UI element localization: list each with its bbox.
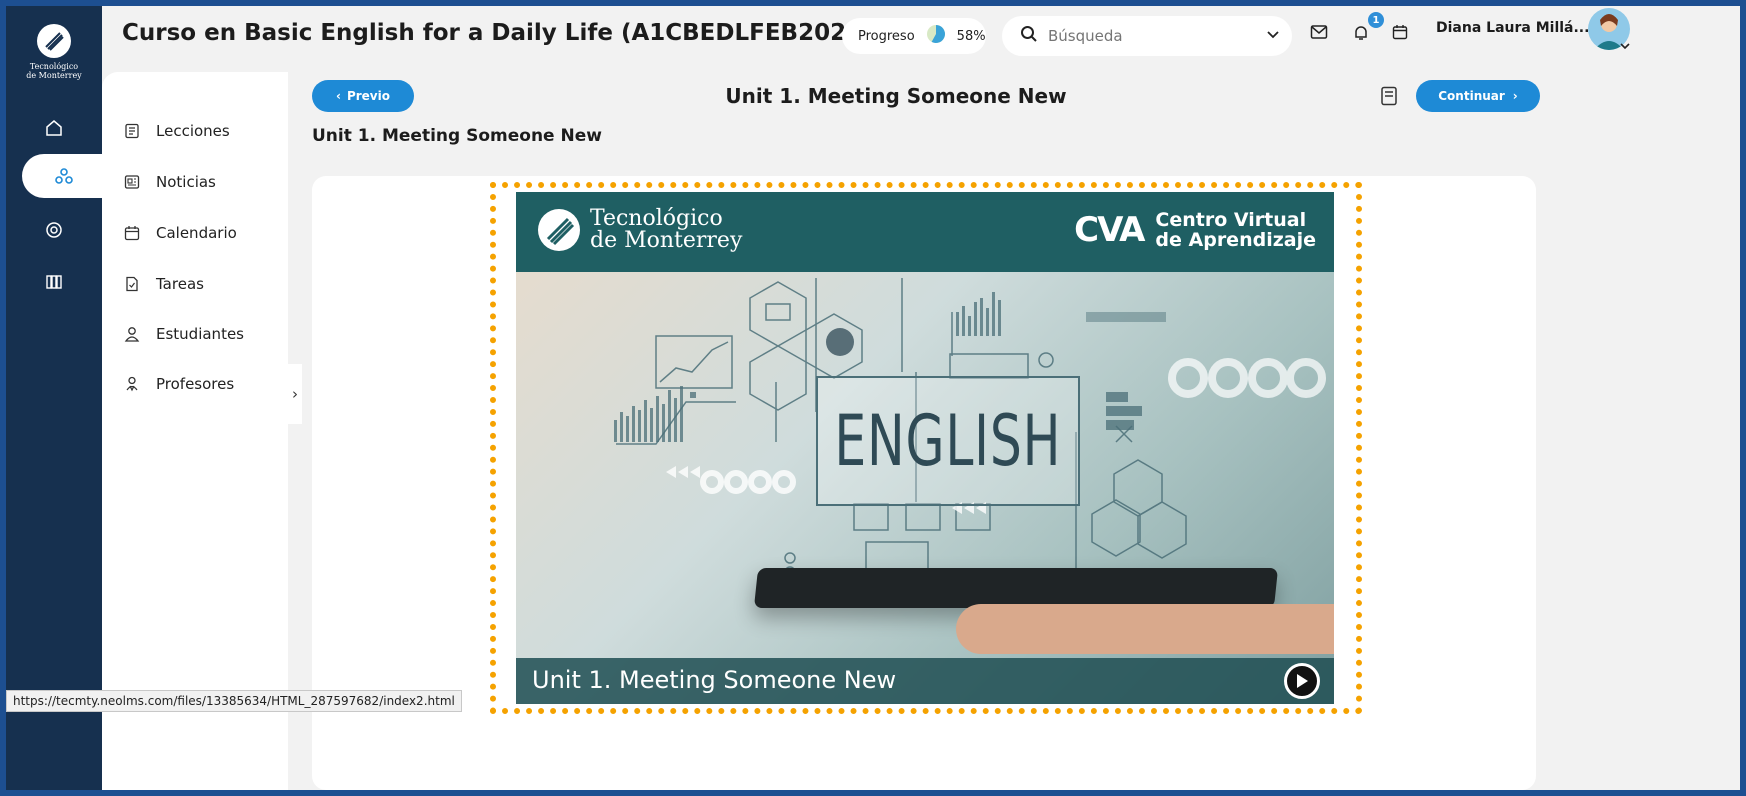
banner-tec-name-2: de Monterrey	[590, 228, 743, 253]
app-frame: Tecnológico de Monterrey Curso en Basic …	[6, 6, 1740, 790]
courses-icon[interactable]	[22, 154, 106, 198]
search-box[interactable]	[1002, 16, 1292, 56]
banner-header: Tecnológico de Monterrey CVA Centro Virt…	[516, 192, 1334, 272]
page-title: Unit 1. Meeting Someone New	[725, 84, 1067, 108]
subnav-item-tareas[interactable]: Tareas	[124, 271, 204, 297]
logo-text-1: Tecnológico	[29, 62, 79, 71]
subnav-item-profesores[interactable]: Profesores	[124, 371, 234, 397]
previous-label: Previo	[346, 89, 390, 103]
lesson-title: Unit 1. Meeting Someone New	[312, 126, 602, 146]
tasks-icon	[124, 276, 144, 292]
hand-illustration	[956, 604, 1334, 654]
search-icon	[1020, 25, 1038, 47]
course-title: Curso en Basic English for a Daily Life …	[122, 20, 899, 46]
progress-label: Progreso	[858, 28, 915, 44]
library-icon[interactable]	[22, 260, 86, 304]
subnav-label: Calendario	[156, 224, 237, 242]
tec-seal-icon	[538, 209, 580, 251]
subnav-label: Profesores	[156, 375, 235, 393]
cva-line-1: Centro Virtual	[1155, 209, 1307, 231]
chevron-right-icon: ›	[1512, 89, 1518, 103]
bell-icon[interactable]	[1352, 24, 1370, 46]
subnav-label: Lecciones	[156, 122, 230, 140]
previous-button[interactable]: ‹ Previo	[312, 80, 414, 112]
banner-caption-bar: Unit 1. Meeting Someone New	[516, 658, 1334, 704]
continue-button[interactable]: Continuar ›	[1416, 80, 1540, 112]
continue-label: Continuar	[1438, 89, 1505, 103]
cva-line-2: de Aprendizaje	[1155, 229, 1316, 251]
cva-logo: CVA Centro Virtual de Aprendizaje	[1074, 210, 1316, 250]
notification-badge: 1	[1368, 12, 1384, 28]
left-rail: Tecnológico de Monterrey	[6, 6, 106, 790]
mail-icon[interactable]	[1310, 24, 1328, 44]
english-word: ENGLISH	[834, 400, 1062, 482]
user-name[interactable]: Diana Laura Millá...	[1436, 20, 1589, 36]
bookmark-icon[interactable]	[1380, 86, 1400, 106]
teachers-icon	[124, 376, 144, 392]
lesson-banner[interactable]: Tecnológico de Monterrey CVA Centro Virt…	[516, 192, 1334, 704]
progress-icon[interactable]	[22, 208, 86, 252]
tec-logo[interactable]: Tecnológico de Monterrey	[20, 24, 88, 80]
subnav-item-noticias[interactable]: Noticias	[124, 169, 216, 195]
students-icon	[124, 326, 144, 342]
status-bar-url: https://tecmty.neolms.com/files/13385634…	[6, 690, 462, 712]
search-input[interactable]	[1048, 27, 1266, 45]
avatar-chevron-icon[interactable]	[1620, 36, 1630, 55]
banner-tec-name-1: Tecnológico	[590, 206, 723, 231]
banner-tec-logo: Tecnológico de Monterrey	[538, 208, 742, 252]
news-icon	[124, 174, 144, 190]
lessons-icon	[124, 123, 144, 139]
progress-value: 58%	[956, 28, 986, 44]
subnav-item-estudiantes[interactable]: Estudiantes	[124, 321, 244, 347]
progress-pill[interactable]: Progreso 58%	[842, 18, 986, 54]
home-icon[interactable]	[22, 106, 86, 150]
calendar-icon	[124, 225, 144, 241]
cva-mark: CVA	[1074, 210, 1145, 250]
progress-ring-icon	[925, 23, 947, 49]
course-subnav: Lecciones Noticias Calendario Tareas Est…	[102, 72, 288, 790]
english-frame: ENGLISH	[816, 376, 1080, 506]
tablet-illustration	[753, 568, 1279, 608]
subnav-label: Estudiantes	[156, 325, 244, 343]
chevron-down-icon[interactable]	[1266, 27, 1280, 45]
subnav-item-lecciones[interactable]: Lecciones	[124, 118, 230, 144]
play-icon[interactable]	[1284, 663, 1320, 699]
top-header: Curso en Basic English for a Daily Life …	[102, 6, 1740, 70]
banner-caption: Unit 1. Meeting Someone New	[532, 666, 897, 694]
chevron-left-icon: ‹	[336, 89, 341, 103]
sidebar-toggle-chevron-icon[interactable]: ›	[288, 364, 302, 424]
tec-logo-mark	[37, 24, 71, 58]
calendar-icon[interactable]	[1392, 24, 1408, 44]
subnav-item-calendario[interactable]: Calendario	[124, 220, 237, 246]
subnav-label: Noticias	[156, 173, 216, 191]
logo-text-2: de Monterrey	[26, 71, 82, 80]
subnav-label: Tareas	[156, 275, 204, 293]
